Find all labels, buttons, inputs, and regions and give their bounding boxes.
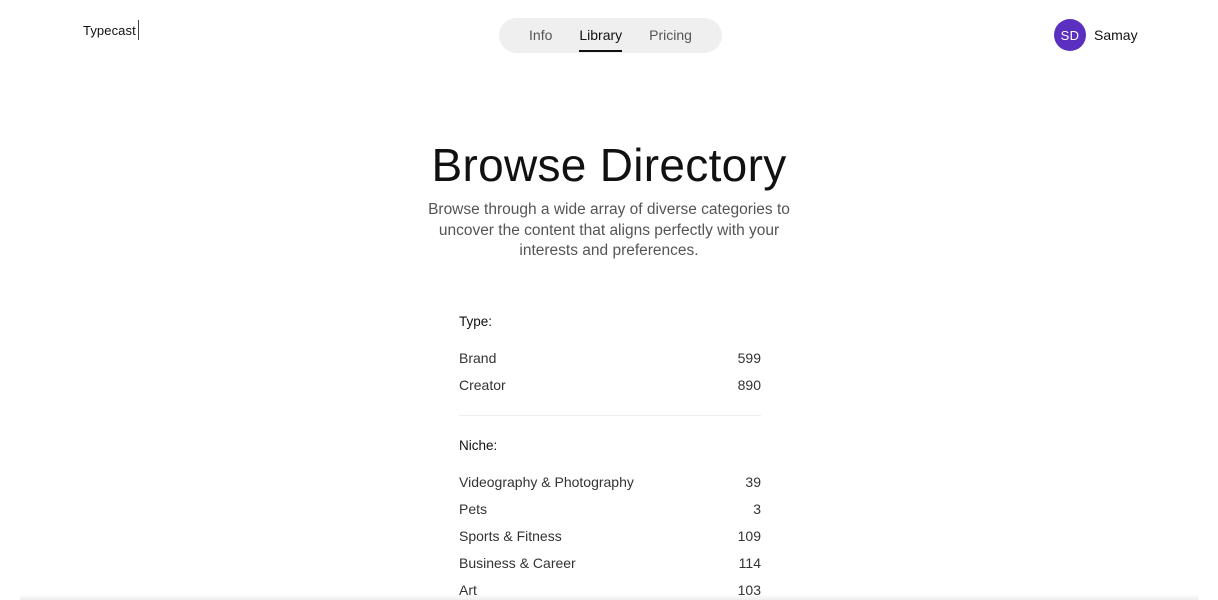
item-label: Brand <box>459 349 497 366</box>
niche-section-title: Niche: <box>459 438 498 453</box>
item-count: 39 <box>745 473 761 490</box>
list-item[interactable]: Pets 3 <box>459 495 761 522</box>
list-item[interactable]: Business & Career 114 <box>459 549 761 576</box>
tab-library[interactable]: Library <box>579 18 622 53</box>
section-divider <box>459 415 761 416</box>
item-label: Creator <box>459 376 506 393</box>
text-caret <box>137 20 139 40</box>
avatar-initials: SD <box>1060 27 1080 43</box>
type-section: Type: Brand 599 Creator 890 <box>459 313 761 398</box>
tab-pricing[interactable]: Pricing <box>649 18 692 53</box>
logo[interactable]: Typecast <box>83 20 139 40</box>
user-name: Samay <box>1094 27 1138 43</box>
page: Typecast Info Library Pricing SD Samay B… <box>0 0 1218 600</box>
avatar[interactable]: SD <box>1054 19 1086 51</box>
bottom-fade <box>20 594 1198 600</box>
item-label: Videography & Photography <box>459 473 634 490</box>
item-label: Sports & Fitness <box>459 527 562 544</box>
user-menu[interactable]: SD Samay <box>1054 19 1138 51</box>
item-count: 109 <box>737 527 761 544</box>
directory: Type: Brand 599 Creator 890 Niche: Video… <box>459 313 761 600</box>
tab-info[interactable]: Info <box>529 18 552 53</box>
list-item[interactable]: Brand 599 <box>459 344 761 371</box>
item-count: 114 <box>738 554 761 571</box>
page-title: Browse Directory <box>431 139 787 191</box>
item-count: 3 <box>753 500 761 517</box>
item-count: 599 <box>737 349 761 366</box>
item-label: Pets <box>459 500 488 517</box>
niche-section: Niche: Videography & Photography 39 Pets… <box>459 437 761 600</box>
list-item[interactable]: Videography & Photography 39 <box>459 468 761 495</box>
item-count: 890 <box>737 376 761 393</box>
list-item[interactable]: Sports & Fitness 109 <box>459 522 761 549</box>
top-nav: Info Library Pricing <box>499 18 722 53</box>
logo-text: Typecast <box>83 22 136 38</box>
hero: Browse Directory Browse through a wide a… <box>0 138 1218 262</box>
item-label: Business & Career <box>459 554 576 571</box>
list-item[interactable]: Creator 890 <box>459 371 761 398</box>
type-section-title: Type: <box>459 314 493 329</box>
page-subtitle: Browse through a wide array of diverse c… <box>428 201 790 259</box>
